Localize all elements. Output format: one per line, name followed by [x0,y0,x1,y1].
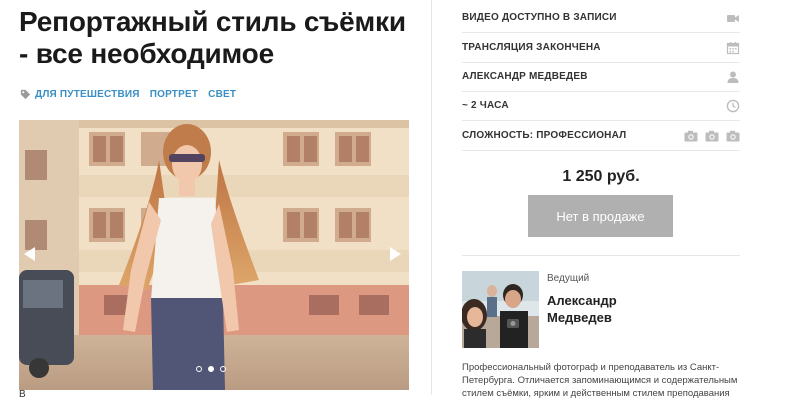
host-photo-image [462,271,539,348]
info-row-stream: ТРАНСЛЯЦИЯ ЗАКОНЧЕНА [462,33,740,63]
slider-dot-active[interactable] [208,366,214,372]
host-role-label: Ведущий [547,273,590,284]
course-price: 1 250 руб. [562,168,640,185]
calendar-icon [726,41,740,54]
host-avatar[interactable] [462,271,539,348]
course-sidebar: ВИДЕО ДОСТУПНО В ЗАПИСИ ТРАНСЛЯЦИЯ ЗАКОН… [462,0,742,399]
tag-link[interactable]: ПОРТРЕТ [150,89,198,100]
info-row-author: АЛЕКСАНДР МЕДВЕДЕВ [462,62,740,92]
info-label: ТРАНСЛЯЦИЯ ЗАКОНЧЕНА [462,42,601,53]
host-bio: Профессиональный фотограф и преподавател… [462,362,738,399]
not-for-sale-button[interactable]: Нет в продаже [528,195,673,237]
camera-icon [726,130,740,141]
info-row-duration: ~ 2 ЧАСА [462,91,740,121]
info-row-video: ВИДЕО ДОСТУПНО В ЗАПИСИ [462,3,740,33]
slider-next-arrow[interactable] [389,247,401,261]
image-slider[interactable] [19,120,409,390]
slide-photo [19,120,409,390]
slider-dot[interactable] [220,366,226,372]
course-main: Репортажный стиль съёмки - все необходим… [0,0,430,400]
page-title: Репортажный стиль съёмки - все необходим… [19,6,406,69]
info-label: АЛЕКСАНДР МЕДВЕДЕВ [462,71,588,82]
camera-icon [684,130,698,141]
tag-link[interactable]: ДЛЯ ПУТЕШЕСТВИЯ [35,89,140,100]
info-row-difficulty: СЛОЖНОСТЬ: ПРОФЕССИОНАЛ [462,121,740,151]
difficulty-rating [684,130,740,142]
info-label: ~ 2 ЧАСА [462,100,509,111]
section-divider [462,255,740,256]
camera-icon [705,130,719,141]
host-name[interactable]: Александр Медведев [547,292,667,326]
clock-icon [726,99,740,112]
tag-icon [20,89,31,99]
column-divider [431,0,432,395]
info-label: СЛОЖНОСТЬ: ПРОФЕССИОНАЛ [462,130,627,141]
user-icon [727,71,739,83]
tag-link[interactable]: СВЕТ [208,89,236,100]
slider-dot[interactable] [196,366,202,372]
slider-dots [196,366,226,372]
slider-prev-arrow[interactable] [24,247,36,261]
info-label: ВИДЕО ДОСТУПНО В ЗАПИСИ [462,12,617,23]
video-camera-icon [727,14,739,22]
tag-list: ДЛЯ ПУТЕШЕСТВИЯ ПОРТРЕТ СВЕТ [20,87,246,101]
